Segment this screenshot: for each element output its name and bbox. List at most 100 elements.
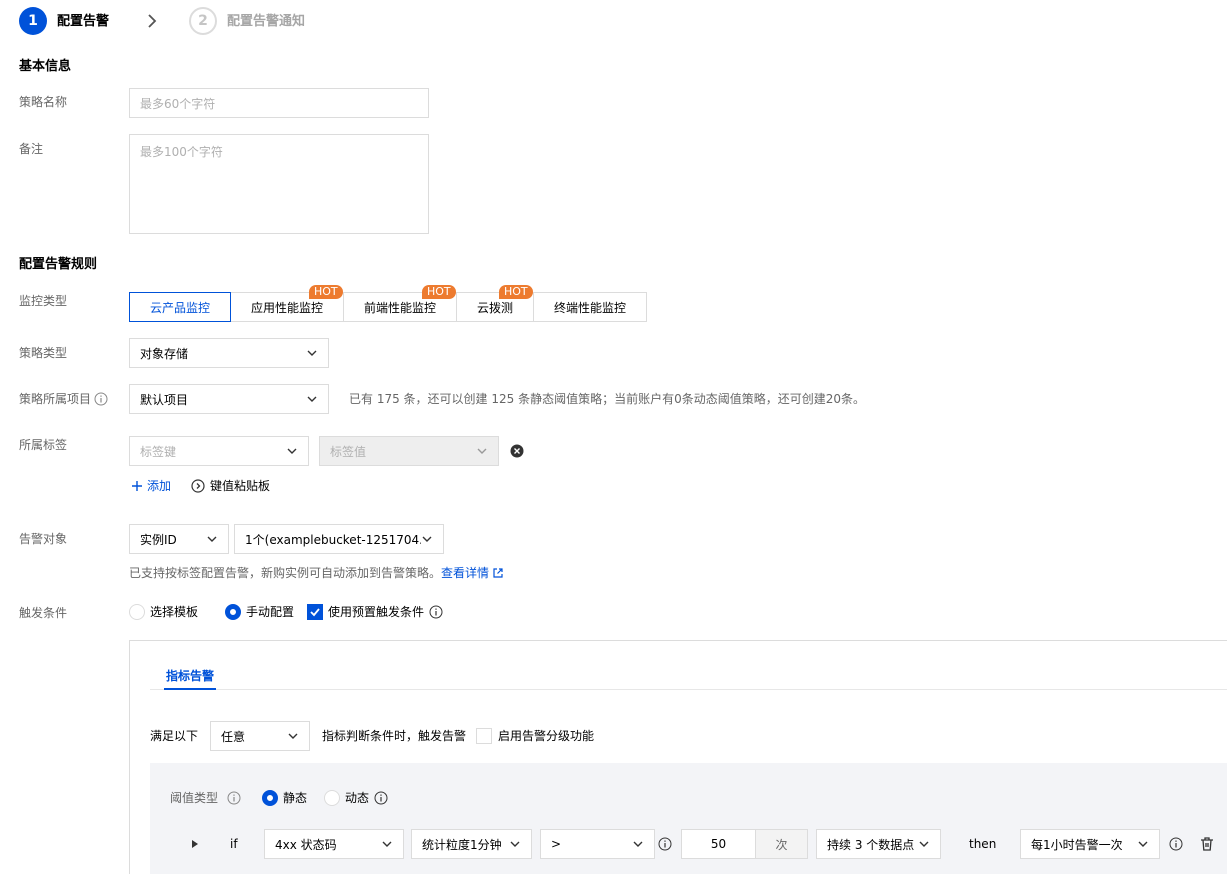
operator-value: > xyxy=(551,837,562,851)
trigger-preset-checkbox[interactable]: 使用预置触发条件 xyxy=(307,604,443,620)
policy-type-label: 策略类型 xyxy=(19,346,68,360)
trigger-manual-radio[interactable]: 手动配置 xyxy=(225,604,294,620)
remark-placeholder: 最多100个字符 xyxy=(140,145,223,159)
tab-metric-alarm[interactable]: 指标告警 xyxy=(166,669,214,683)
chevron-down-icon xyxy=(1138,841,1148,847)
info-icon[interactable] xyxy=(1169,837,1183,851)
monitor-type-frontend[interactable]: 前端性能监控 HOT xyxy=(343,285,457,322)
satisfy-suffix: 指标判断条件时，触发告警 xyxy=(322,729,467,743)
step-1-label: 配置告警 xyxy=(57,14,110,29)
rules-title: 配置告警规则 xyxy=(19,257,98,272)
threshold-static-radio[interactable]: 静态 xyxy=(262,790,307,806)
monitor-type-label-0: 云产品监控 xyxy=(149,300,210,315)
project-quota-note: 已有 175 条，还可以创建 125 条静态阈值策略；当前账户有0条动态阈值策略… xyxy=(349,392,865,406)
chevron-down-icon xyxy=(510,841,520,847)
tag-value-select[interactable]: 标签值 xyxy=(319,436,499,466)
chevron-down-icon xyxy=(422,536,432,542)
radio-unchecked xyxy=(129,604,145,620)
monitor-type-cloud-product[interactable]: 云产品监控 xyxy=(129,292,231,322)
info-icon[interactable] xyxy=(658,837,672,851)
threshold-unit: 次 xyxy=(756,830,807,858)
remark-label: 备注 xyxy=(19,142,44,156)
info-icon[interactable] xyxy=(94,392,108,406)
grading-checkbox[interactable]: 启用告警分级功能 xyxy=(476,728,594,744)
tags-label: 所属标签 xyxy=(19,438,68,452)
metric-select[interactable]: 4xx 状态码 xyxy=(264,829,404,859)
policy-type-select[interactable]: 对象存储 xyxy=(129,338,329,368)
delete-icon[interactable] xyxy=(1199,836,1215,852)
target-instance-select[interactable]: 1个(examplebucket-1251704... xyxy=(234,524,444,554)
then-label: then xyxy=(969,837,997,851)
target-type-select[interactable]: 实例ID xyxy=(129,524,229,554)
threshold-input[interactable]: 50 xyxy=(682,830,756,858)
monitor-type-terminal[interactable]: 终端性能监控 xyxy=(533,292,647,322)
step-1-number: 1 xyxy=(28,13,38,29)
duration-value: 持续 3 个数据点 xyxy=(827,837,915,852)
project-label: 策略所属项目 xyxy=(19,392,92,406)
chevron-down-icon xyxy=(382,841,392,847)
checkbox-checked xyxy=(307,604,323,620)
trigger-template-label: 选择模板 xyxy=(150,604,199,619)
threshold-value: 50 xyxy=(710,837,727,851)
view-details-link[interactable]: 查看详情 xyxy=(441,566,489,580)
satisfy-value: 任意 xyxy=(221,729,246,744)
hot-badge: HOT xyxy=(422,285,456,299)
monitor-type-dial-test[interactable]: 云拨测 HOT xyxy=(456,285,534,322)
radio-unchecked xyxy=(324,790,340,806)
step-2-number: 2 xyxy=(198,13,208,29)
paste-board-label: 键值粘贴板 xyxy=(210,479,271,493)
expand-triangle-icon[interactable] xyxy=(190,838,200,850)
project-select[interactable]: 默认项目 xyxy=(129,384,329,414)
paste-board-button[interactable]: 键值粘贴板 xyxy=(191,479,270,493)
policy-name-label: 策略名称 xyxy=(19,95,68,109)
trigger-template-radio[interactable]: 选择模板 xyxy=(129,604,198,620)
plus-icon xyxy=(132,481,142,492)
duration-select[interactable]: 持续 3 个数据点 xyxy=(816,829,941,859)
grading-label: 启用告警分级功能 xyxy=(498,728,595,743)
monitor-type-label: 监控类型 xyxy=(19,294,68,308)
radio-checked xyxy=(262,790,278,806)
tab-active-indicator xyxy=(164,688,216,690)
target-note-text: 已支持按标签配置告警，新购实例可自动添加到告警策略。 xyxy=(129,566,442,580)
operator-select[interactable]: > xyxy=(540,829,655,859)
hot-badge: HOT xyxy=(309,285,343,299)
tab-divider xyxy=(150,689,1227,690)
target-label: 告警对象 xyxy=(19,532,68,546)
chevron-down-icon xyxy=(633,841,643,847)
step-2-circle: 2 xyxy=(189,7,217,35)
add-tag-label: 添加 xyxy=(147,479,172,493)
tag-key-select[interactable]: 标签键 xyxy=(129,436,309,466)
trigger-manual-label: 手动配置 xyxy=(246,604,295,619)
target-note: 已支持按标签配置告警，新购实例可自动添加到告警策略。 查看详情 xyxy=(129,566,504,580)
monitor-type-label-4: 终端性能监控 xyxy=(553,300,626,315)
chevron-down-icon xyxy=(287,448,297,454)
policy-type-value: 对象存储 xyxy=(140,346,189,361)
hot-badge: HOT xyxy=(499,285,533,299)
satisfy-select[interactable]: 任意 xyxy=(210,721,310,751)
info-icon[interactable] xyxy=(227,791,241,805)
satisfy-label: 满足以下 xyxy=(150,729,199,743)
trigger-preset-label: 使用预置触发条件 xyxy=(328,604,425,619)
monitor-type-apm[interactable]: 应用性能监控 HOT xyxy=(230,285,344,322)
policy-name-placeholder: 最多60个字符 xyxy=(140,96,216,111)
monitor-type-label-2: 前端性能监控 xyxy=(363,300,436,315)
chevron-down-icon xyxy=(307,396,317,402)
metric-value: 4xx 状态码 xyxy=(275,837,337,852)
granularity-select[interactable]: 统计粒度1分钟 xyxy=(411,829,532,859)
external-link-icon[interactable] xyxy=(492,567,504,579)
remove-tag-icon[interactable] xyxy=(510,444,524,458)
info-icon[interactable] xyxy=(429,605,443,619)
info-icon[interactable] xyxy=(374,791,388,805)
frequency-select[interactable]: 每1小时告警一次 xyxy=(1020,829,1160,859)
trigger-label: 触发条件 xyxy=(19,606,68,620)
granularity-value: 统计粒度1分钟 xyxy=(422,837,502,852)
chevron-right-icon xyxy=(148,14,157,28)
monitor-type-label-3: 云拨测 xyxy=(476,300,513,315)
chevron-down-icon xyxy=(307,350,317,356)
target-type-value: 实例ID xyxy=(140,532,177,547)
remark-textarea[interactable]: 最多100个字符 xyxy=(129,134,429,234)
threshold-dynamic-radio[interactable]: 动态 xyxy=(324,790,388,806)
policy-name-input[interactable]: 最多60个字符 xyxy=(129,88,429,118)
checkbox-unchecked xyxy=(476,728,492,744)
add-tag-button[interactable]: 添加 xyxy=(131,479,171,493)
